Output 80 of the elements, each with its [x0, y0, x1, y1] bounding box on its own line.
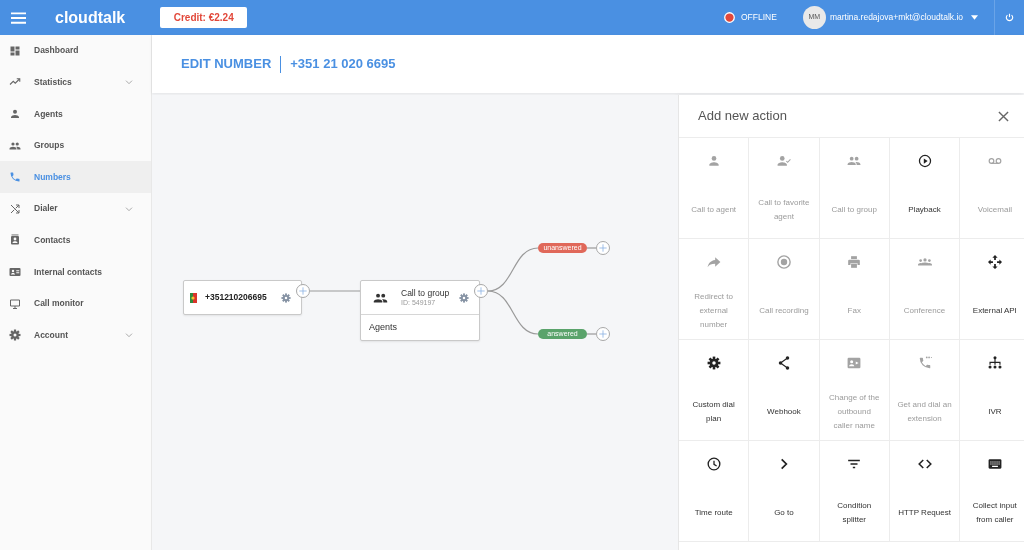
forward-arrow-icon	[706, 255, 721, 269]
share-nodes-icon	[776, 356, 791, 370]
sidebar-item[interactable]: Internal contacts	[0, 256, 151, 288]
filter-icon	[847, 457, 862, 471]
node-title: Call to group	[401, 287, 450, 299]
action-tile[interactable]: External API	[960, 239, 1024, 339]
action-tile[interactable]: Webhook	[749, 340, 819, 440]
phone-icon	[9, 171, 21, 184]
connector-line	[586, 247, 597, 249]
contact-card-icon	[847, 356, 862, 370]
chevron-down-icon	[125, 204, 133, 213]
sidebar-item[interactable]: Contacts	[0, 224, 151, 257]
action-tile[interactable]: Custom dial plan	[679, 340, 749, 440]
sidebar-item[interactable]: Account	[0, 319, 151, 351]
dashboard-icon	[9, 44, 21, 57]
group-icon	[847, 154, 862, 168]
sidebar-item[interactable]: Groups	[0, 129, 151, 162]
sidebar-item[interactable]: Call monitor	[0, 287, 151, 320]
plus-icon	[299, 287, 307, 295]
printer-icon	[847, 255, 862, 269]
hierarchy-icon	[987, 356, 1002, 370]
code-icon	[917, 457, 932, 471]
flag-icon	[190, 292, 197, 303]
caret-icon[interactable]	[971, 15, 978, 20]
connector-line	[487, 290, 539, 335]
record-icon	[776, 255, 791, 269]
action-tile[interactable]: Time route	[679, 441, 749, 541]
credit-balance[interactable]: Credit: €2.24	[160, 7, 248, 28]
action-tile[interactable]: Playback	[889, 138, 960, 238]
person-icon	[9, 108, 21, 120]
sidebar-item[interactable]: Dashboard	[0, 35, 151, 67]
action-tile[interactable]: Go to	[749, 441, 819, 541]
group-icon	[373, 292, 388, 303]
add-step-button[interactable]	[474, 284, 488, 298]
connector-line	[487, 247, 539, 292]
close-icon[interactable]	[998, 110, 1009, 122]
action-tile[interactable]: Collect input from caller	[960, 441, 1024, 541]
add-step-button[interactable]	[596, 327, 610, 341]
status-label: OFFLINE	[740, 11, 777, 24]
number-node[interactable]: +351210206695	[183, 280, 302, 315]
plus-icon	[477, 287, 485, 295]
settings-icon[interactable]	[459, 292, 469, 303]
keyboard-icon	[987, 457, 1002, 471]
person-check-icon	[776, 154, 791, 168]
settings-icon[interactable]	[281, 292, 291, 303]
menu-icon[interactable]	[11, 11, 26, 24]
settings-icon	[9, 329, 21, 342]
number-label: +351210206695	[205, 291, 267, 304]
connector-line	[309, 290, 361, 292]
group-name: Agents	[368, 321, 399, 334]
page-title: EDIT NUMBER	[181, 55, 272, 74]
sidebar-item[interactable]: Dialer	[0, 192, 151, 225]
settings-icon	[706, 356, 721, 370]
plus-icon	[599, 330, 607, 338]
phone-number: +351 21 020 6695	[290, 55, 396, 74]
plus-icon	[599, 244, 607, 252]
monitor-icon	[9, 297, 21, 310]
person-icon	[706, 154, 721, 168]
move-arrows-icon	[987, 255, 1002, 269]
chevron-down-icon	[125, 331, 133, 340]
power-icon[interactable]	[1005, 13, 1014, 22]
sidebar-item[interactable]: Agents	[0, 98, 151, 130]
clock-icon	[706, 457, 721, 471]
phone-icon	[917, 356, 932, 370]
contact-book-icon	[9, 234, 21, 247]
action-tile[interactable]: IVR	[960, 340, 1024, 440]
action-tile[interactable]: Condition splitter	[819, 441, 889, 541]
group-icon	[9, 139, 21, 152]
chevron-down-icon	[125, 78, 133, 87]
connector-line	[586, 333, 597, 335]
panel-title: Add new action	[698, 107, 787, 126]
play-circle-icon	[917, 154, 932, 168]
id-card-icon	[9, 265, 21, 278]
people-row-icon	[917, 255, 932, 269]
add-step-button[interactable]	[596, 241, 610, 255]
add-step-button[interactable]	[296, 284, 310, 298]
status-dot-icon	[723, 12, 735, 23]
action-tile[interactable]: HTTP Request	[889, 441, 960, 541]
sidebar-item[interactable]: Statistics	[0, 66, 151, 99]
shuffle-icon	[9, 202, 21, 215]
